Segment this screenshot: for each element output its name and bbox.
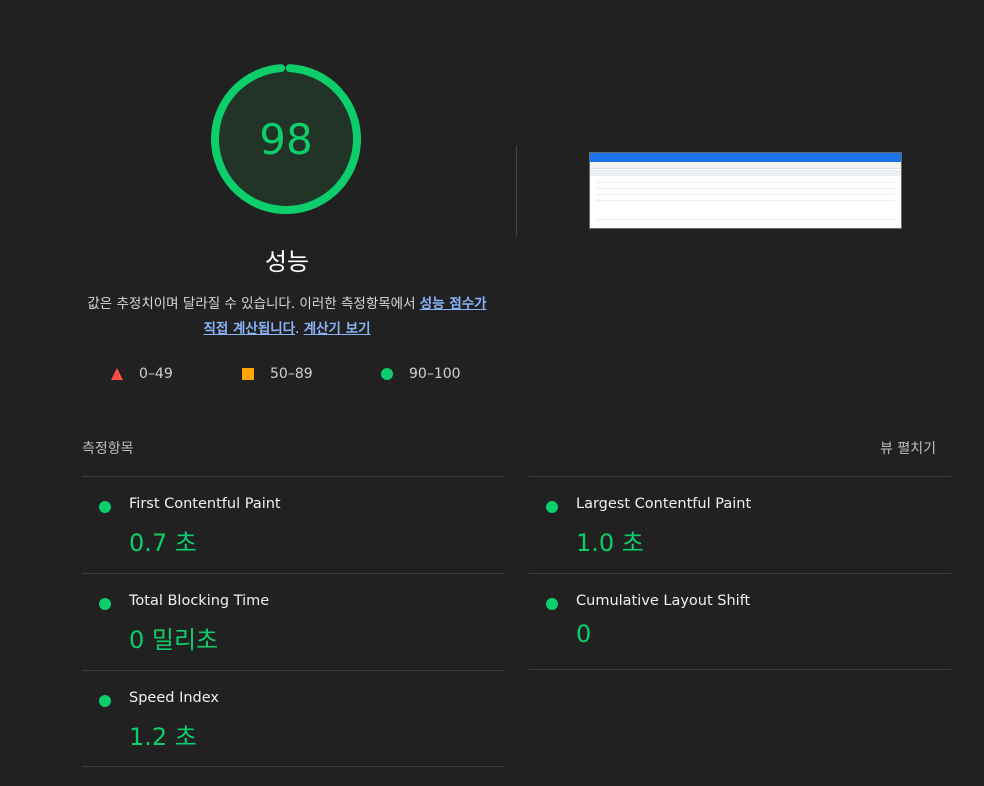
square-icon <box>242 368 254 380</box>
metric-total-blocking-time: Total Blocking Time 0 밀리초 <box>82 573 504 670</box>
score-description: 값은 추정치이며 달라질 수 있습니다. 이러한 측정항목에서 성능 점수가 직… <box>80 292 494 342</box>
metric-speed-index: Speed Index 1.2 초 <box>82 670 504 767</box>
gauge-score: 98 <box>259 114 313 164</box>
metrics-section-title: 측정항목 <box>82 441 134 457</box>
metric-value: 0 <box>576 620 592 648</box>
pass-circle-icon <box>546 501 558 513</box>
metric-divider <box>529 669 951 670</box>
metric-title: First Contentful Paint <box>129 496 281 512</box>
circle-icon <box>381 368 393 380</box>
final-screenshot-thumbnail[interactable] <box>589 152 902 229</box>
score-legend: 0–49 50–89 90–100 <box>0 364 984 384</box>
thumbnail-table-header <box>590 170 901 176</box>
expand-view-button[interactable]: 뷰 펼치기 <box>880 438 936 458</box>
description-separator: . <box>295 321 304 337</box>
metric-largest-contentful-paint: Largest Contentful Paint 1.0 초 <box>529 476 951 573</box>
metric-first-contentful-paint: First Contentful Paint 0.7 초 <box>82 476 504 573</box>
metric-divider <box>82 766 504 767</box>
thumbnail-row <box>596 195 895 201</box>
performance-gauge: 98 <box>209 62 363 216</box>
gauge-label: 성능 <box>264 248 310 276</box>
metric-value: 0.7 초 <box>129 529 197 557</box>
triangle-icon <box>111 368 123 380</box>
pass-circle-icon <box>99 598 111 610</box>
metric-value: 0 밀리초 <box>129 626 219 654</box>
pass-circle-icon <box>99 501 111 513</box>
legend-item-fail: 0–49 <box>111 364 173 384</box>
calculator-link[interactable]: 계산기 보기 <box>304 321 371 337</box>
metric-title: Total Blocking Time <box>129 593 270 609</box>
pass-circle-icon <box>546 598 558 610</box>
vertical-divider <box>516 146 517 236</box>
legend-range: 90–100 <box>409 366 461 382</box>
metric-title: Largest Contentful Paint <box>576 496 752 512</box>
metric-value: 1.2 초 <box>129 723 197 751</box>
thumbnail-header-bar <box>590 153 901 162</box>
metric-title: Speed Index <box>129 690 219 706</box>
legend-item-average: 50–89 <box>242 364 313 384</box>
legend-range: 0–49 <box>139 366 173 382</box>
legend-range: 50–89 <box>270 366 313 382</box>
metric-value: 1.0 초 <box>576 529 644 557</box>
thumbnail-toolbar <box>590 162 901 169</box>
metric-title: Cumulative Layout Shift <box>576 593 751 609</box>
thumbnail-footer <box>596 219 895 223</box>
legend-item-pass: 90–100 <box>381 364 461 384</box>
metric-cumulative-layout-shift: Cumulative Layout Shift 0 <box>529 573 951 670</box>
pass-circle-icon <box>99 695 111 707</box>
description-text: 값은 추정치이며 달라질 수 있습니다. 이러한 측정항목에서 <box>87 296 420 312</box>
